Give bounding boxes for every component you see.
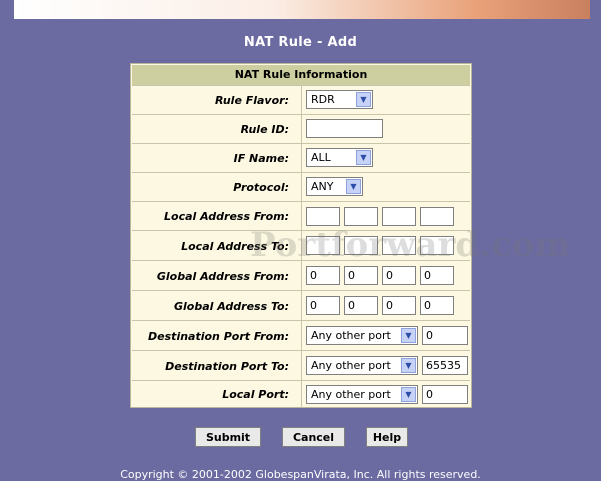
local-port-input[interactable]: 0 (422, 385, 468, 404)
chevron-down-icon: ▼ (356, 92, 371, 107)
chevron-down-icon: ▼ (356, 150, 371, 165)
rule-id-input[interactable] (306, 119, 383, 138)
destination-port-from-label: Destination Port From: (132, 321, 302, 351)
destination-port-to-select[interactable]: Any other port ▼ (306, 356, 418, 375)
copyright-footer: Copyright © 2001-2002 GlobespanVirata, I… (120, 468, 481, 481)
destination-port-from-input[interactable]: 0 (422, 326, 468, 345)
cancel-button[interactable]: Cancel (282, 427, 345, 447)
chevron-down-icon: ▼ (401, 358, 416, 373)
global-address-from-label: Global Address From: (132, 261, 302, 291)
global-address-from-octet-3[interactable]: 0 (382, 266, 416, 285)
chevron-down-icon: ▼ (346, 179, 361, 194)
if-name-label: IF Name: (132, 144, 302, 172)
local-port-select[interactable]: Any other port ▼ (306, 385, 418, 404)
row-destination-port-to: Destination Port To: Any other port ▼ 65… (132, 350, 470, 381)
global-address-to-octet-1[interactable]: 0 (306, 296, 340, 315)
row-if-name: IF Name: ALL ▼ (132, 143, 470, 172)
rule-flavor-label: Rule Flavor: (132, 86, 302, 114)
watermark: Portforward.com (250, 225, 571, 265)
row-rule-id: Rule ID: (132, 114, 470, 143)
row-rule-flavor: Rule Flavor: RDR ▼ (132, 85, 470, 114)
global-address-to-octet-3[interactable]: 0 (382, 296, 416, 315)
global-address-from-octet-4[interactable]: 0 (420, 266, 454, 285)
row-global-address-to: Global Address To: 0 0 0 0 (132, 290, 470, 321)
protocol-select[interactable]: ANY ▼ (306, 177, 363, 196)
local-address-from-octet-2[interactable] (344, 207, 378, 226)
chevron-down-icon: ▼ (401, 328, 416, 343)
destination-port-from-select[interactable]: Any other port ▼ (306, 326, 418, 345)
row-destination-port-from: Destination Port From: Any other port ▼ … (132, 320, 470, 351)
destination-port-to-input[interactable]: 65535 (422, 356, 468, 375)
page-title: NAT Rule - Add (243, 35, 358, 50)
help-button[interactable]: Help (366, 427, 408, 447)
local-address-from-octet-4[interactable] (420, 207, 454, 226)
global-address-to-octet-4[interactable]: 0 (420, 296, 454, 315)
global-address-from-octet-2[interactable]: 0 (344, 266, 378, 285)
if-name-select[interactable]: ALL ▼ (306, 148, 373, 167)
rule-flavor-select[interactable]: RDR ▼ (306, 90, 373, 109)
chevron-down-icon: ▼ (401, 387, 416, 402)
row-local-port: Local Port: Any other port ▼ 0 (132, 380, 470, 408)
global-address-from-octet-1[interactable]: 0 (306, 266, 340, 285)
submit-button[interactable]: Submit (195, 427, 261, 447)
top-banner (14, 0, 590, 19)
form-header: NAT Rule Information (132, 65, 470, 85)
global-address-to-label: Global Address To: (132, 291, 302, 321)
local-port-label: Local Port: (132, 381, 302, 408)
local-address-from-octet-3[interactable] (382, 207, 416, 226)
rule-id-label: Rule ID: (132, 115, 302, 143)
protocol-label: Protocol: (132, 173, 302, 201)
global-address-to-octet-2[interactable]: 0 (344, 296, 378, 315)
row-protocol: Protocol: ANY ▼ (132, 172, 470, 201)
destination-port-to-label: Destination Port To: (132, 351, 302, 381)
local-address-from-octet-1[interactable] (306, 207, 340, 226)
